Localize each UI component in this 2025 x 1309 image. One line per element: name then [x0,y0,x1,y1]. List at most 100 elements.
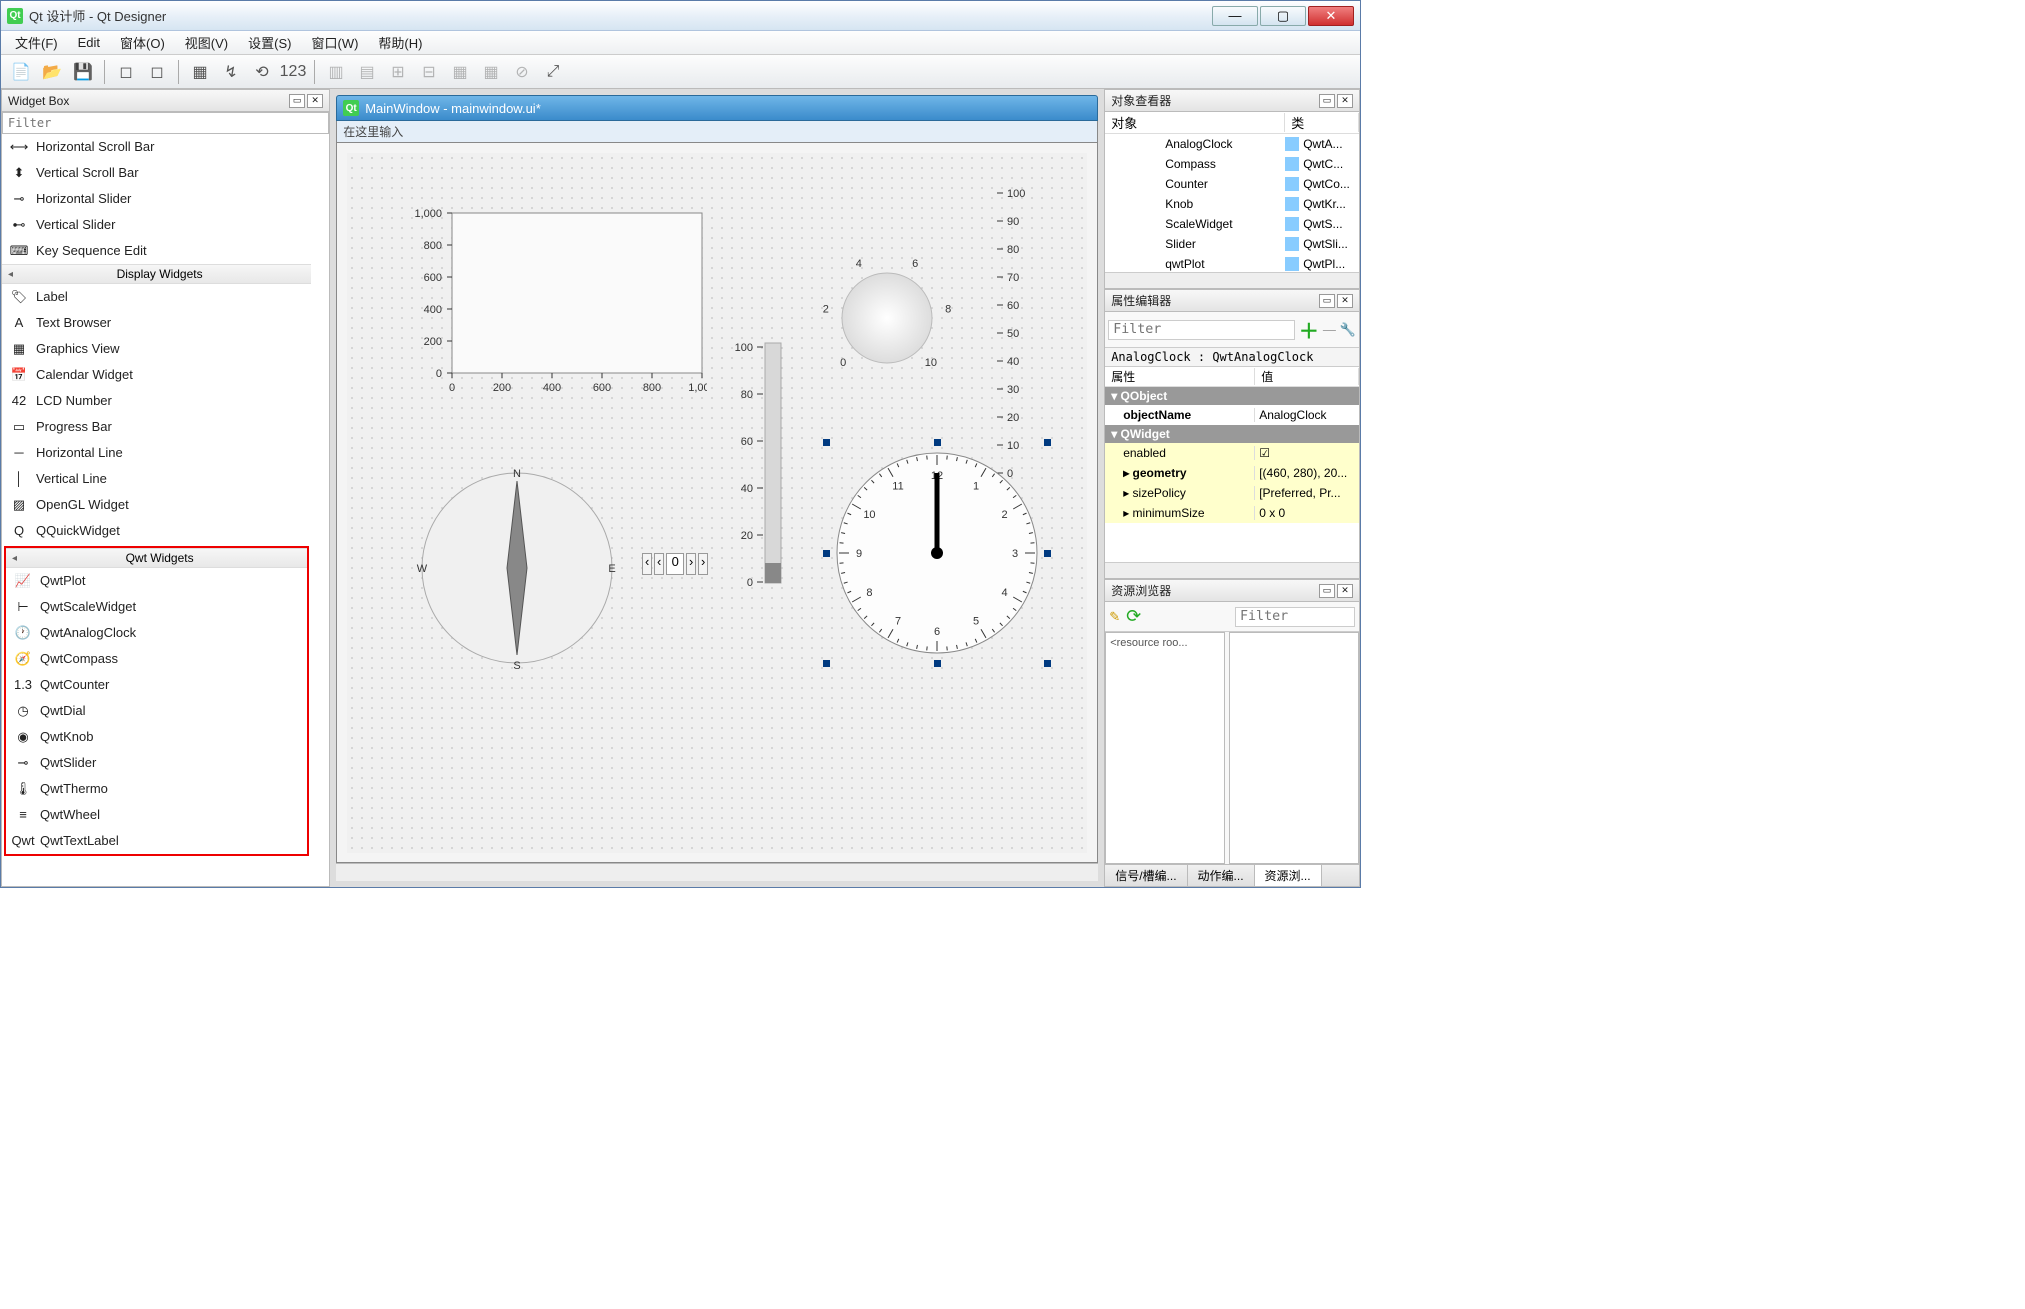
property-row[interactable]: ▸ sizePolicy[Preferred, Pr... [1105,483,1359,503]
edit-tab-order-button[interactable]: 123 [279,58,307,86]
widget-item[interactable]: ▭Progress Bar [2,414,311,440]
widget-item[interactable]: 📈QwtPlot [6,568,307,594]
widget-item[interactable]: 42LCD Number [2,388,311,414]
property-editor-h-scrollbar[interactable] [1105,562,1359,578]
value-col-header[interactable]: 值 [1255,368,1359,385]
mdi-titlebar[interactable]: Qt MainWindow - mainwindow.ui* [336,95,1098,121]
widget-item[interactable]: ⬍Vertical Scroll Bar [2,160,311,186]
edit-buddies-button[interactable]: ⟲ [248,58,276,86]
property-group[interactable]: ▾ QWidget [1105,425,1359,443]
property-row[interactable]: objectNameAnalogClock [1105,405,1359,425]
edit-signals-button[interactable]: ↯ [217,58,245,86]
qwt-knob-widget[interactable]: 0246810 [807,233,967,393]
menu-edit[interactable]: Edit [68,35,110,50]
widget-item[interactable]: QwtQwtTextLabel [6,828,307,854]
object-row[interactable]: CompassQwtC... [1105,154,1359,174]
widget-item[interactable]: ⟷Horizontal Scroll Bar [2,134,311,160]
maximize-button[interactable]: ▢ [1260,6,1306,26]
tab-action-editor[interactable]: 动作编... [1188,865,1255,886]
menu-view[interactable]: 视图(V) [175,33,238,52]
adjust-size-button[interactable]: ⤢ [539,58,567,86]
new-form-button[interactable]: 📄 [7,58,35,86]
close-panel-icon[interactable]: ✕ [1337,294,1353,308]
break-layout-button[interactable]: ⊘ [508,58,536,86]
close-panel-icon[interactable]: ✕ [1337,584,1353,598]
qwt-plot-widget[interactable]: 1,000800600400200002004006008001,000 [397,203,707,413]
layout-hsplit-button[interactable]: ⊞ [384,58,412,86]
undock-icon[interactable]: ▭ [1319,294,1335,308]
undock-icon[interactable]: ▭ [1319,584,1335,598]
layout-grid-button[interactable]: ▦ [446,58,474,86]
widget-item[interactable]: ─Horizontal Line [2,440,311,466]
widget-item[interactable]: AText Browser [2,310,311,336]
qwt-counter-widget[interactable]: ‹ ‹ 0 › › [642,553,712,575]
menu-file[interactable]: 文件(F) [5,33,68,52]
widget-item[interactable]: ◉QwtKnob [6,724,307,750]
object-row[interactable]: CounterQwtCo... [1105,174,1359,194]
menu-form[interactable]: 窗体(O) [110,33,175,52]
object-tree[interactable]: AnalogClockQwtA...CompassQwtC...CounterQ… [1105,134,1359,272]
qwt-slider-scale-widget[interactable]: 1009080706050403020100 [997,183,1037,483]
remove-property-button[interactable]: — [1323,322,1336,337]
object-row[interactable]: AnalogClockQwtA... [1105,134,1359,154]
tab-signal-slot[interactable]: 信号/槽编... [1105,865,1187,886]
tab-resource-browser[interactable]: 资源浏... [1255,865,1322,886]
qwt-thermo-widget[interactable]: 100806040200 [727,333,787,593]
widget-item[interactable]: ⊢QwtScaleWidget [6,594,307,620]
widget-item[interactable]: │Vertical Line [2,466,311,492]
property-group[interactable]: ▾ QObject [1105,387,1359,405]
open-button[interactable]: 📂 [38,58,66,86]
widget-item[interactable]: ⊷Vertical Slider [2,212,311,238]
send-back-button[interactable]: ◻ [112,58,140,86]
resource-tree[interactable]: <resource roo... [1105,632,1225,864]
undock-icon[interactable]: ▭ [1319,94,1335,108]
property-row[interactable]: ▸ minimumSize0 x 0 [1105,503,1359,523]
edit-widgets-button[interactable]: ▦ [186,58,214,86]
category-qwt-widgets[interactable]: Qwt Widgets [6,548,307,568]
object-row[interactable]: qwtPlotQwtPl... [1105,254,1359,272]
close-panel-icon[interactable]: ✕ [307,94,323,108]
bring-front-button[interactable]: ◻ [143,58,171,86]
widget-item[interactable]: ⌨Key Sequence Edit [2,238,311,264]
reload-resources-icon[interactable]: ⟳ [1126,606,1141,627]
save-button[interactable]: 💾 [69,58,97,86]
object-inspector-h-scrollbar[interactable] [1105,272,1359,288]
layout-form-button[interactable]: ▦ [477,58,505,86]
widget-item[interactable]: 🧭QwtCompass [6,646,307,672]
add-dynamic-property-button[interactable]: ＋ [1299,315,1319,344]
widget-item[interactable]: ⊸QwtSlider [6,750,307,776]
widget-item[interactable]: 🕐QwtAnalogClock [6,620,307,646]
canvas-h-scrollbar[interactable] [336,863,1098,881]
widget-list[interactable]: ⟷Horizontal Scroll Bar⬍Vertical Scroll B… [2,134,329,886]
menu-help[interactable]: 帮助(H) [368,33,432,52]
widget-item[interactable]: ▨OpenGL Widget [2,492,311,518]
widget-item[interactable]: 📅Calendar Widget [2,362,311,388]
property-table[interactable]: ▾ QObjectobjectNameAnalogClock▾ QWidgete… [1105,387,1359,562]
qwt-compass-widget[interactable]: N E S W [412,463,622,673]
class-col-header[interactable]: 类 [1285,113,1359,132]
object-row[interactable]: ScaleWidgetQwtS... [1105,214,1359,234]
property-filter-input[interactable] [1108,320,1295,340]
form-menubar-hint[interactable]: 在这里输入 [336,121,1098,143]
widget-item[interactable]: QQQuickWidget [2,518,311,544]
layout-h-button[interactable]: ▥ [322,58,350,86]
property-row[interactable]: ▸ geometry[(460, 280), 20... [1105,463,1359,483]
minimize-button[interactable]: — [1212,6,1258,26]
property-col-header[interactable]: 属性 [1105,368,1255,385]
configure-button[interactable]: 🔧 [1340,322,1356,338]
close-panel-icon[interactable]: ✕ [1337,94,1353,108]
widget-item[interactable]: ≡QwtWheel [6,802,307,828]
object-col-header[interactable]: 对象 [1105,113,1285,132]
widget-item[interactable]: 🌡QwtThermo [6,776,307,802]
close-button[interactable]: ✕ [1308,6,1354,26]
widget-item[interactable]: 🏷Label [2,284,311,310]
widget-filter-input[interactable] [2,112,329,134]
object-row[interactable]: SliderQwtSli... [1105,234,1359,254]
widget-item[interactable]: ▦Graphics View [2,336,311,362]
widget-item[interactable]: ◷QwtDial [6,698,307,724]
qwt-analog-clock-widget[interactable]: 121234567891011 [827,443,1047,663]
undock-icon[interactable]: ▭ [289,94,305,108]
property-row[interactable]: enabled☑ [1105,443,1359,463]
category-display-widgets[interactable]: Display Widgets [2,264,311,284]
object-row[interactable]: KnobQwtKr... [1105,194,1359,214]
